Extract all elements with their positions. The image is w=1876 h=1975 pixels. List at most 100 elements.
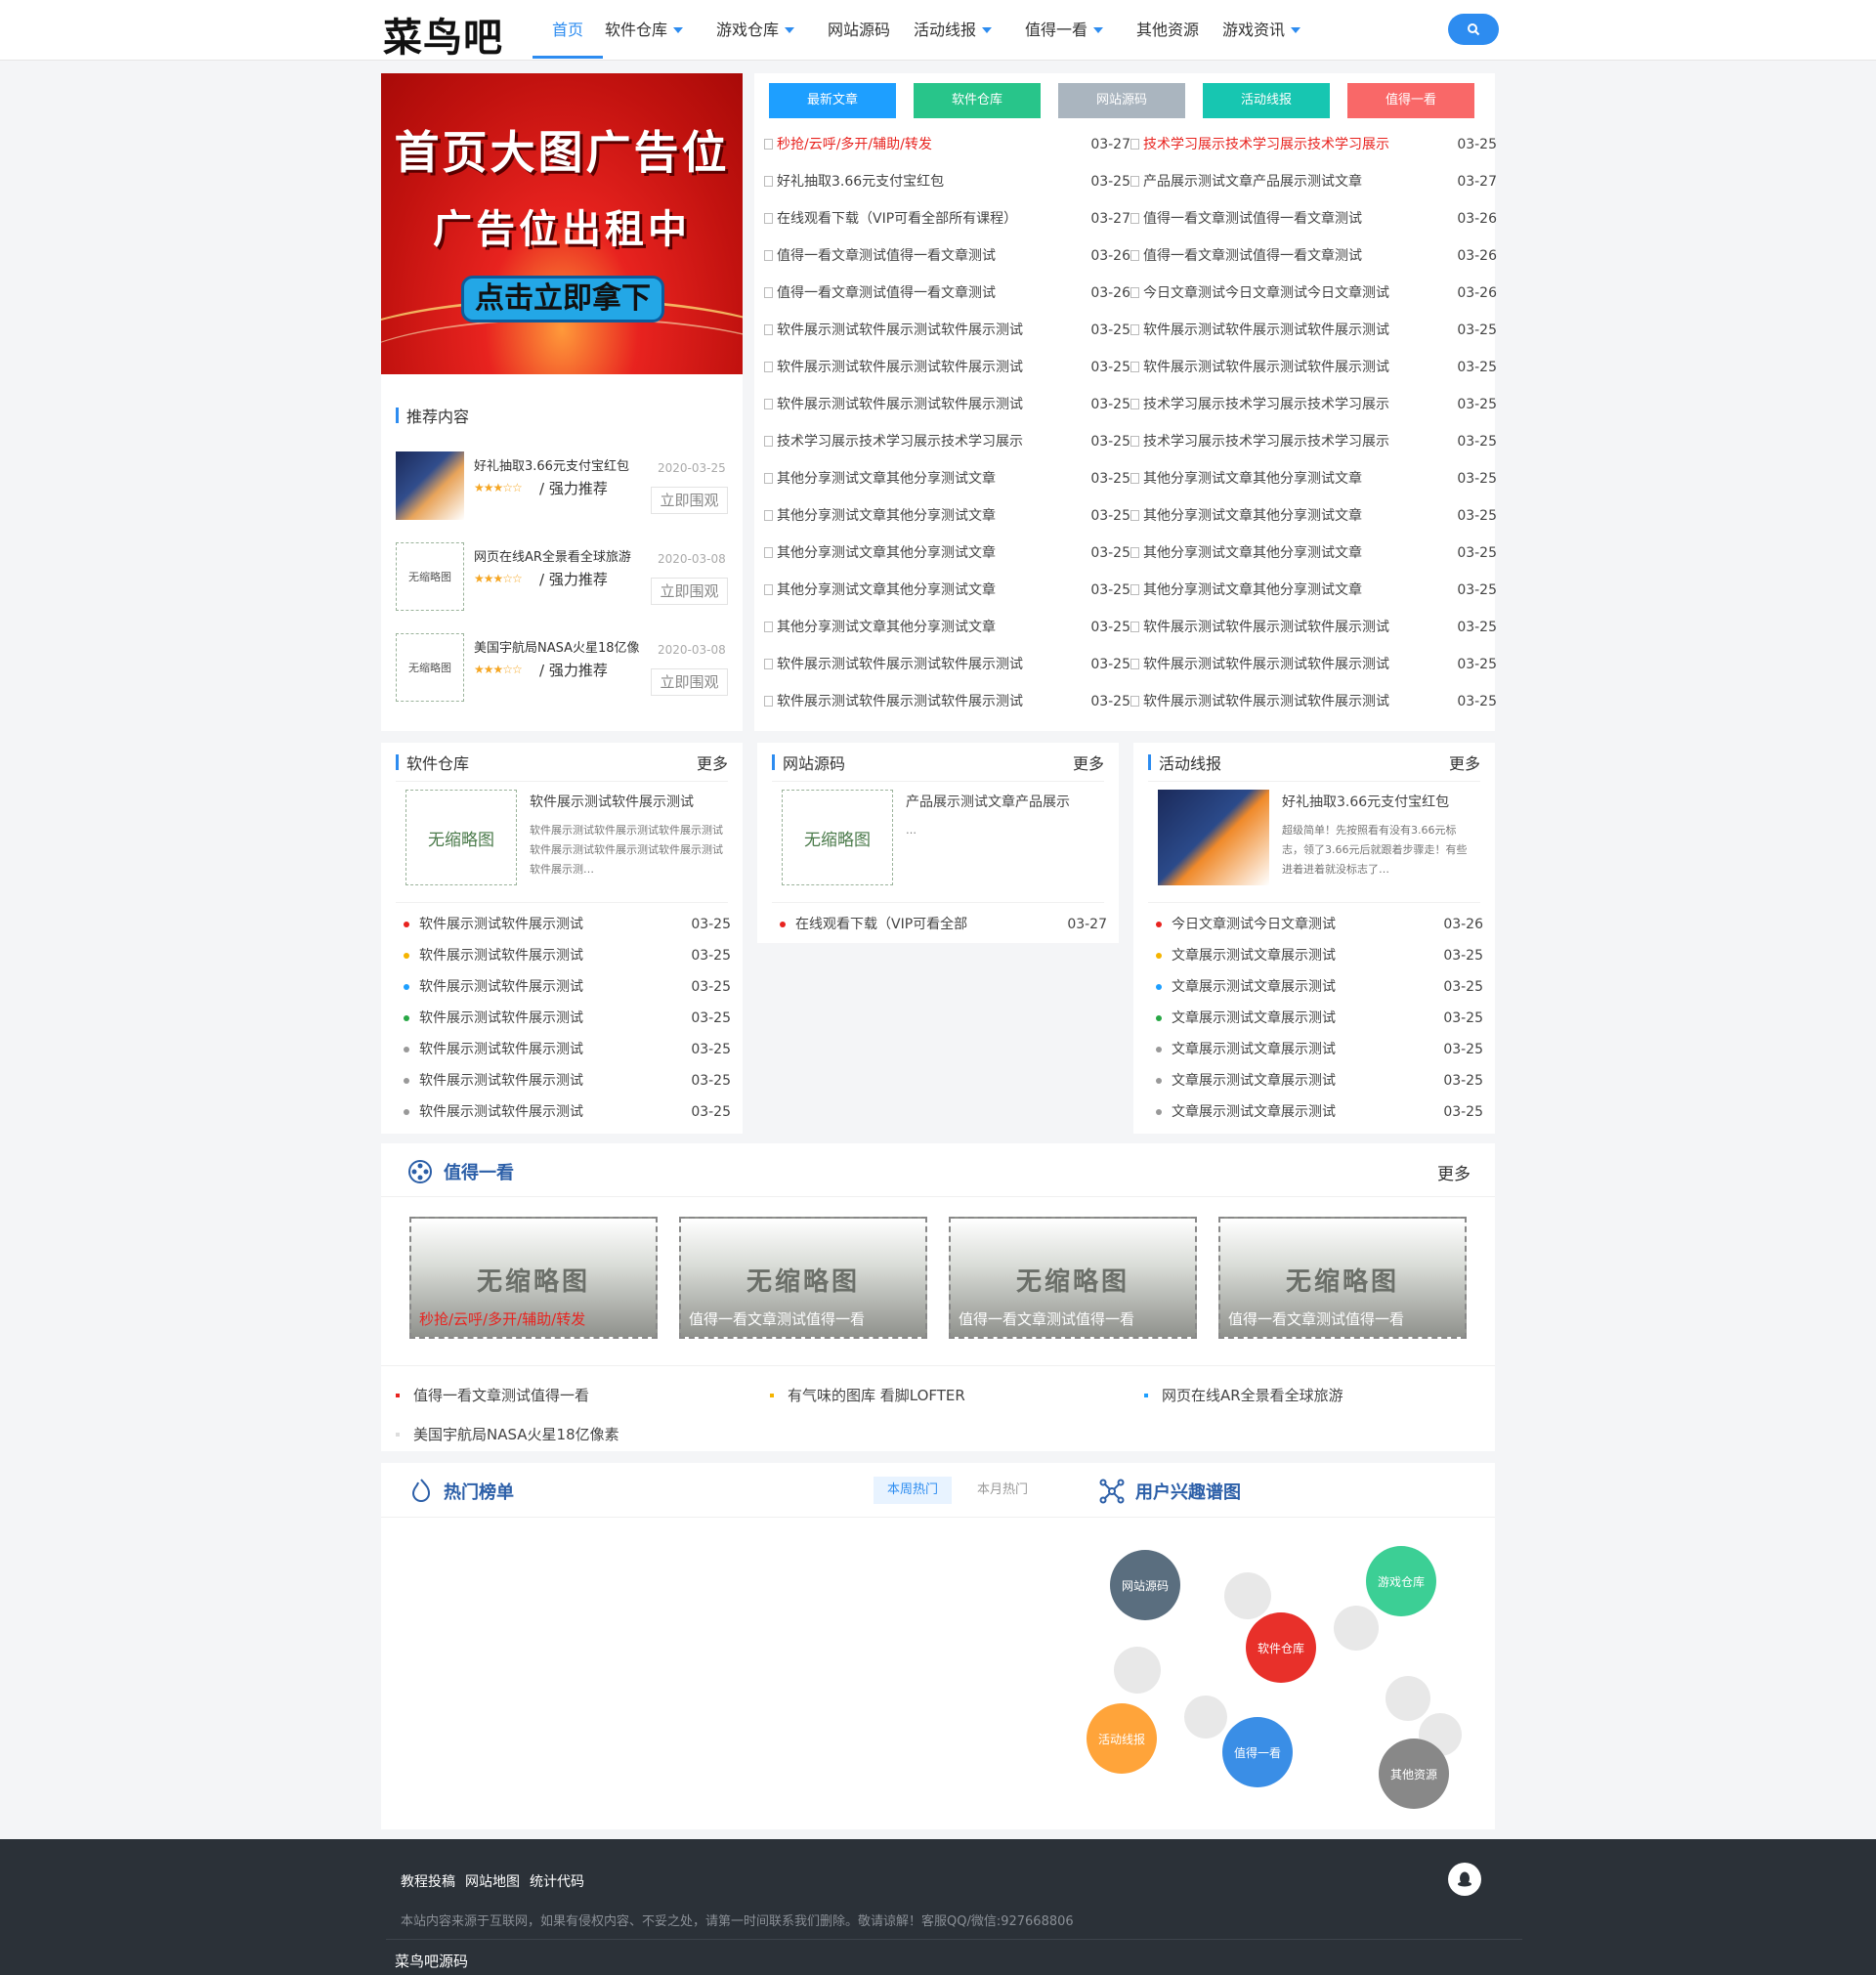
list-item[interactable]: 在线观看下载（VIP可看全部 03-27 [780,909,1107,940]
worth-link[interactable]: 美国宇航局NASA火星18亿像素 [396,1424,619,1444]
article-row[interactable]: 技术学习展示技术学习展示技术学习展示 03-25 [1130,132,1497,169]
article-title[interactable]: 技术学习展示技术学习展示技术学习展示 [1143,137,1389,152]
list-item[interactable]: 文章展示测试文章展示测试 03-25 [1156,1034,1483,1065]
list-item-title[interactable]: 文章展示测试文章展示测试 [1172,1042,1336,1057]
activity-card-title[interactable]: 好礼抽取3.66元支付宝红包 [1282,792,1449,811]
article-title[interactable]: 其他分享测试文章其他分享测试文章 [777,545,996,561]
worth-card-caption[interactable]: 秒抢/云呼/多开/辅助/转发 [419,1309,585,1329]
article-row[interactable]: 其他分享测试文章其他分享测试文章 03-25 [1130,540,1497,578]
article-title[interactable]: 软件展示测试软件展示测试软件展示测试 [1143,322,1389,338]
article-row[interactable]: 其他分享测试文章其他分享测试文章 03-25 [1130,578,1497,615]
software-card-title[interactable]: 软件展示测试软件展示测试 [530,792,694,811]
worth-link[interactable]: 值得一看文章测试值得一看 [396,1385,589,1405]
footer-link[interactable]: 教程投稿 [401,1871,455,1891]
source-thumbnail[interactable]: 无缩略图 [782,790,893,885]
list-item-title[interactable]: 软件展示测试软件展示测试 [419,1073,583,1089]
article-row[interactable]: 技术学习展示技术学习展示技术学习展示 03-25 [1130,392,1497,429]
footer-link[interactable]: 网站地图 [465,1871,520,1891]
article-row[interactable]: 软件展示测试软件展示测试软件展示测试 03-25 [1130,318,1497,355]
article-row[interactable]: 其他分享测试文章其他分享测试文章 03-25 [764,503,1130,540]
article-row[interactable]: 软件展示测试软件展示测试软件展示测试 03-25 [764,652,1130,689]
recommend-thumbnail[interactable] [396,451,464,520]
article-title[interactable]: 软件展示测试软件展示测试软件展示测试 [777,694,1023,709]
list-item[interactable]: 文章展示测试文章展示测试 03-25 [1156,1096,1483,1128]
article-row[interactable]: 软件展示测试软件展示测试软件展示测试 03-25 [764,355,1130,392]
list-item-title[interactable]: 软件展示测试软件展示测试 [419,1104,583,1120]
article-title[interactable]: 软件展示测试软件展示测试软件展示测试 [1143,620,1389,635]
article-title[interactable]: 值得一看文章测试值得一看文章测试 [777,248,996,264]
worth-card-caption[interactable]: 值得一看文章测试值得一看 [689,1309,865,1329]
worth-link-title[interactable]: 网页在线AR全景看全球旅游 [1162,1387,1343,1404]
article-title[interactable]: 在线观看下载（VIP可看全部所有课程） [777,211,1017,227]
article-title[interactable]: 软件展示测试软件展示测试软件展示测试 [777,657,1023,672]
list-item-title[interactable]: 文章展示测试文章展示测试 [1172,1010,1336,1026]
list-item-title[interactable]: 软件展示测试软件展示测试 [419,1042,583,1057]
list-item[interactable]: 文章展示测试文章展示测试 03-25 [1156,971,1483,1003]
nav-item[interactable]: 值得一看 [1023,0,1134,61]
view-now-button[interactable]: 立即围观 [651,487,728,514]
list-item[interactable]: 文章展示测试文章展示测试 03-25 [1156,940,1483,971]
article-row[interactable]: 软件展示测试软件展示测试软件展示测试 03-25 [764,392,1130,429]
tab-week-hot[interactable]: 本周热门 [874,1477,952,1504]
worth-link-title[interactable]: 美国宇航局NASA火星18亿像素 [413,1426,619,1443]
worth-link-title[interactable]: 值得一看文章测试值得一看 [413,1387,589,1404]
list-item-title[interactable]: 文章展示测试文章展示测试 [1172,948,1336,964]
article-title[interactable]: 技术学习展示技术学习展示技术学习展示 [1143,397,1389,412]
banner-ad[interactable]: 首页大图广告位 广告位出租中 点击立即拿下 [381,73,743,374]
article-row[interactable]: 软件展示测试软件展示测试软件展示测试 03-25 [1130,615,1497,652]
article-title[interactable]: 值得一看文章测试值得一看文章测试 [1143,248,1362,264]
tab-month-hot[interactable]: 本月热门 [963,1477,1042,1504]
article-row[interactable]: 技术学习展示技术学习展示技术学习展示 03-25 [764,429,1130,466]
article-row[interactable]: 秒抢/云呼/多开/辅助/转发 03-27 [764,132,1130,169]
tab-3[interactable]: 活动线报 [1203,83,1330,118]
article-title[interactable]: 秒抢/云呼/多开/辅助/转发 [777,137,932,152]
article-title[interactable]: 技术学习展示技术学习展示技术学习展示 [777,434,1023,450]
article-row[interactable]: 软件展示测试软件展示测试软件展示测试 03-25 [1130,689,1497,726]
nav-item[interactable]: 游戏资讯 [1220,0,1332,61]
interest-node[interactable]: 值得一看 [1222,1717,1293,1787]
article-title[interactable]: 其他分享测试文章其他分享测试文章 [1143,508,1362,524]
site-logo[interactable]: 菜鸟吧 [383,6,503,63]
tab-0[interactable]: 最新文章 [769,83,896,118]
article-title[interactable]: 今日文章测试今日文章测试今日文章测试 [1143,285,1389,301]
article-title[interactable]: 技术学习展示技术学习展示技术学习展示 [1143,434,1389,450]
article-row[interactable]: 软件展示测试软件展示测试软件展示测试 03-25 [764,318,1130,355]
qq-contact-button[interactable] [1448,1863,1481,1896]
view-now-button[interactable]: 立即围观 [651,578,728,605]
article-row[interactable]: 其他分享测试文章其他分享测试文章 03-25 [764,615,1130,652]
nav-item[interactable]: 首页 [533,0,603,61]
interest-node[interactable]: 其他资源 [1379,1739,1449,1809]
worth-card[interactable]: 无缩略图 秒抢/云呼/多开/辅助/转发 [409,1217,658,1339]
list-item-title[interactable]: 今日文章测试今日文章测试 [1172,917,1336,932]
article-row[interactable]: 值得一看文章测试值得一看文章测试 03-26 [764,243,1130,280]
article-row[interactable]: 软件展示测试软件展示测试软件展示测试 03-25 [1130,355,1497,392]
article-title[interactable]: 其他分享测试文章其他分享测试文章 [1143,582,1362,598]
article-title[interactable]: 软件展示测试软件展示测试软件展示测试 [1143,694,1389,709]
article-row[interactable]: 软件展示测试软件展示测试软件展示测试 03-25 [1130,652,1497,689]
search-button[interactable] [1448,14,1499,45]
article-title[interactable]: 软件展示测试软件展示测试软件展示测试 [777,322,1023,338]
list-item[interactable]: 软件展示测试软件展示测试 03-25 [404,1065,731,1096]
source-card-title[interactable]: 产品展示测试文章产品展示 [906,792,1070,811]
list-item[interactable]: 软件展示测试软件展示测试 03-25 [404,1034,731,1065]
worth-link[interactable]: 网页在线AR全景看全球旅游 [1144,1385,1343,1405]
article-title[interactable]: 其他分享测试文章其他分享测试文章 [1143,545,1362,561]
article-title[interactable]: 其他分享测试文章其他分享测试文章 [1143,471,1362,487]
list-item[interactable]: 软件展示测试软件展示测试 03-25 [404,971,731,1003]
recommend-item[interactable]: 无缩略图 美国宇航局NASA火星18亿像 ★★★☆☆ / 强力推荐 2020-03-08… [396,633,728,709]
software-thumbnail[interactable]: 无缩略图 [405,790,517,885]
article-row[interactable]: 值得一看文章测试值得一看文章测试 03-26 [764,280,1130,318]
worth-card-caption[interactable]: 值得一看文章测试值得一看 [959,1309,1134,1329]
article-row[interactable]: 其他分享测试文章其他分享测试文章 03-25 [764,540,1130,578]
list-item-title[interactable]: 软件展示测试软件展示测试 [419,979,583,995]
worth-link[interactable]: 有气味的图库 看脚LOFTER [770,1385,965,1405]
activity-more-link[interactable]: 更多 [1449,751,1480,774]
article-row[interactable]: 产品展示测试文章产品展示测试文章 03-27 [1130,169,1497,206]
activity-thumbnail[interactable] [1158,790,1269,885]
tab-4[interactable]: 值得一看 [1347,83,1474,118]
list-item[interactable]: 文章展示测试文章展示测试 03-25 [1156,1003,1483,1034]
recommend-item[interactable]: 无缩略图 网页在线AR全景看全球旅游 ★★★☆☆ / 强力推荐 2020-03-08 立即… [396,542,728,619]
article-row[interactable]: 技术学习展示技术学习展示技术学习展示 03-25 [1130,429,1497,466]
list-item[interactable]: 软件展示测试软件展示测试 03-25 [404,940,731,971]
software-more-link[interactable]: 更多 [697,751,728,774]
